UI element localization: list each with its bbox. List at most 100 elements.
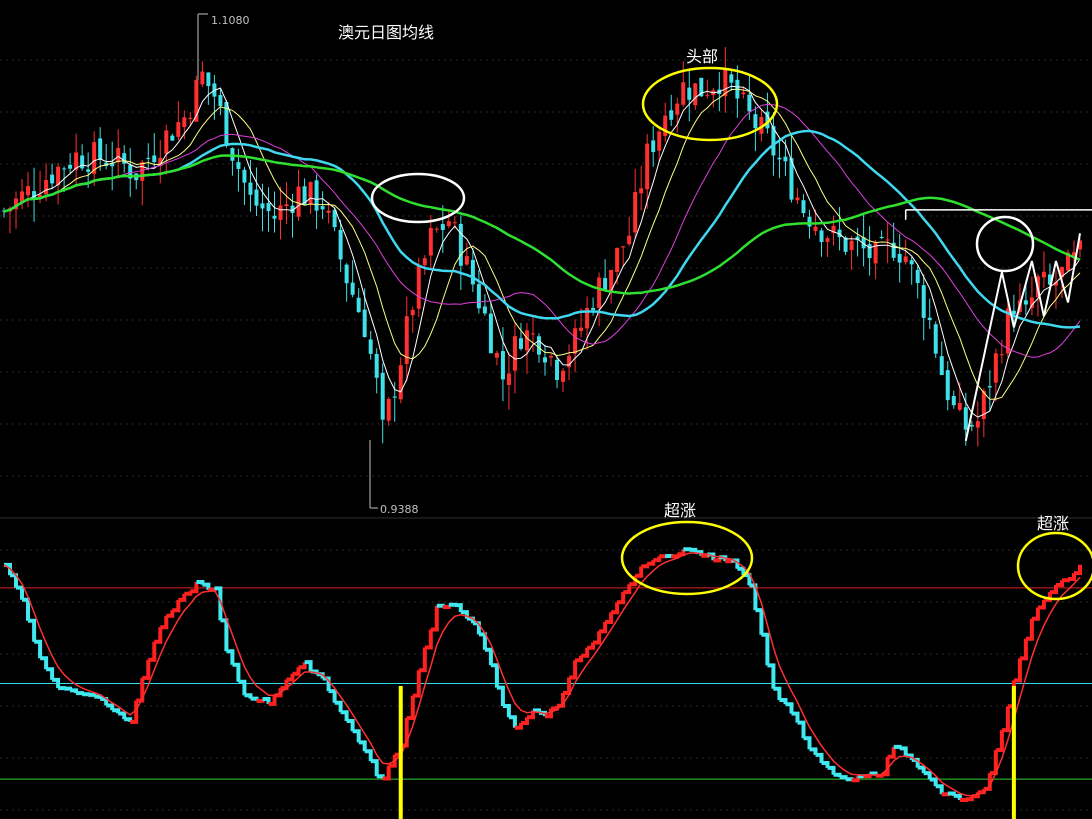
low-price-label: 0.9388 (380, 503, 419, 516)
candle-body (500, 351, 505, 380)
candle-body (795, 197, 800, 201)
candle-body (344, 264, 349, 284)
candle-body (80, 155, 85, 169)
candle-body (657, 131, 662, 151)
candle-body (945, 370, 950, 401)
candle-body (897, 253, 902, 263)
price-chart-svg: 澳元日图均线 1.1080 0.9388 头部 超涨 超涨 (0, 0, 1092, 819)
candle-body (777, 157, 782, 160)
candle-body (356, 297, 361, 313)
candle-body (374, 353, 379, 378)
candle-body (218, 95, 223, 107)
candle-body (146, 157, 151, 159)
candle-body (416, 265, 421, 309)
candle-body (939, 356, 944, 376)
candle-body (266, 203, 271, 212)
candle-body (741, 92, 746, 95)
candle-body (248, 182, 253, 195)
candle-body (284, 204, 289, 207)
candle-body (729, 74, 734, 83)
candle-body (236, 162, 241, 169)
candle-body (573, 328, 578, 354)
candle-body (933, 324, 938, 354)
candle-body (398, 365, 403, 400)
candle-body (615, 248, 620, 272)
candle-body (278, 205, 283, 220)
candle-body (909, 260, 914, 265)
candle-body (482, 306, 487, 314)
candle-body (903, 256, 908, 263)
head-annotation: 头部 (686, 47, 718, 66)
candle-body (188, 117, 193, 119)
candle-body (633, 192, 638, 233)
candle-body (242, 169, 247, 183)
candle-body (843, 237, 848, 252)
candle-body (476, 284, 481, 309)
candle-body (86, 169, 91, 172)
candle-body (68, 164, 73, 169)
candle-body (819, 230, 824, 243)
candle-body (470, 259, 475, 285)
candle-body (518, 338, 523, 349)
candle-body (44, 179, 49, 195)
candle-body (885, 239, 890, 241)
oscillator-step (88, 692, 97, 697)
candle-body (1041, 271, 1046, 278)
candle-body (579, 327, 584, 332)
candle-body (308, 182, 313, 205)
candle-body (825, 238, 830, 242)
candle-body (530, 333, 535, 335)
candle-body (915, 269, 920, 284)
candle-body (422, 258, 427, 266)
candle-body (849, 240, 854, 251)
candle-body (591, 307, 596, 311)
candle-body (543, 357, 548, 363)
candle-body (969, 425, 974, 427)
candle-body (597, 277, 602, 308)
candle-body (927, 317, 932, 321)
oscillator-step (683, 547, 692, 552)
candle-body (320, 206, 325, 210)
candle-body (260, 203, 265, 209)
candle-body (705, 94, 710, 96)
oscillator-step (256, 698, 265, 703)
candle-body (536, 336, 541, 355)
candle-body (26, 186, 31, 196)
candle-body (428, 228, 433, 256)
candle-body (1011, 310, 1016, 315)
candle-body (669, 110, 674, 120)
oscillator-step (893, 744, 902, 749)
candle-body (957, 403, 962, 410)
candle-body (639, 188, 644, 194)
candle-body (434, 228, 439, 230)
oscillator-step (1062, 578, 1070, 583)
candle-body (254, 189, 259, 206)
candle-body (206, 72, 211, 87)
candle-body (561, 370, 566, 382)
oscillator-step (839, 775, 848, 780)
candle-body (446, 221, 451, 226)
oscillator-step (208, 587, 217, 592)
oscillator-step (845, 777, 854, 782)
candle-body (693, 83, 698, 106)
candle-body (464, 256, 469, 265)
candle-body (783, 156, 788, 162)
chart-title: 澳元日图均线 (338, 23, 434, 42)
oscillator-step (725, 559, 734, 564)
oscillator-step (436, 603, 445, 608)
candle-body (506, 373, 511, 385)
candle-body (663, 115, 668, 137)
oscillator-step (442, 604, 451, 609)
oscillator-step (76, 691, 85, 696)
candle-body (338, 229, 343, 260)
candle-body (524, 330, 529, 351)
candle-body (458, 223, 463, 266)
candle-body (326, 210, 331, 213)
candle-body (975, 421, 980, 428)
candle-body (380, 372, 385, 420)
candle-body (879, 236, 884, 238)
candle-body (350, 282, 355, 295)
candle-body (296, 186, 301, 217)
candle-body (627, 235, 632, 245)
candle-body (440, 224, 445, 231)
